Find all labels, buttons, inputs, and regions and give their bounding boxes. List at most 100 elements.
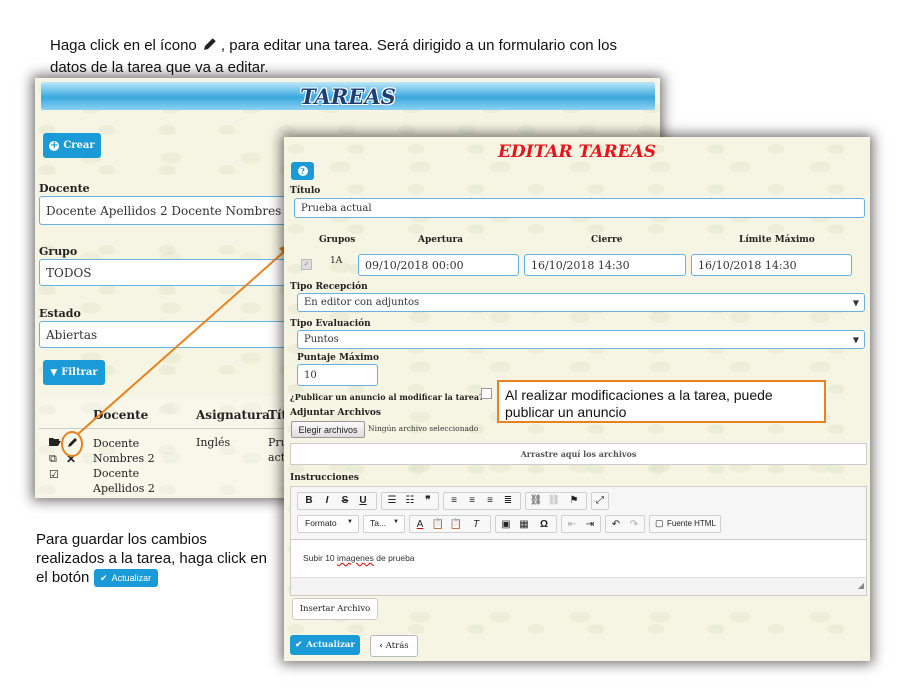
help-button[interactable]: ? — [291, 162, 314, 180]
inline-actualizar-button: ✔ Actualizar — [93, 569, 158, 588]
toolbar-group-history: ↶ ↷ — [605, 515, 645, 533]
outdent-icon[interactable]: ⇤ — [564, 517, 580, 533]
instruction-caption-bottom: Para guardar los cambios realizados a la… — [36, 530, 276, 588]
image-icon[interactable]: ▣ — [498, 517, 514, 533]
tipo-evaluacion-label: Tipo Evaluación — [290, 319, 371, 329]
size-dropdown-label: Ta... — [370, 518, 387, 528]
editor-text-misspelled: imagenes — [337, 553, 374, 563]
pointer-arrow-line — [77, 249, 287, 435]
align-left-icon[interactable]: ≡ — [446, 493, 462, 509]
paste-text-icon[interactable]: 📋 — [448, 517, 464, 533]
atras-button[interactable]: ‹ Atrás — [370, 635, 418, 657]
indent-icon[interactable]: ⇥ — [582, 517, 598, 533]
puntaje-value: 10 — [304, 369, 317, 381]
toolbar-group-align: ≡ ≡ ≡ ≣ — [443, 492, 521, 510]
actualizar-button[interactable]: ✔ Actualizar — [290, 635, 360, 655]
toolbar-group-lists: ☰ ☷ ❞ — [381, 492, 439, 510]
strikethrough-icon[interactable]: S — [337, 493, 353, 509]
chevron-down-icon: ▼ — [852, 298, 859, 307]
groups-header-grupos: Grupos — [319, 235, 356, 245]
underline-icon[interactable]: U — [355, 493, 371, 509]
editor-footer: ◢ — [291, 577, 866, 595]
titulo-value: Prueba actual — [301, 202, 372, 214]
source-html-label: Fuente HTML — [667, 519, 716, 528]
tipo-evaluacion-value: Puntos — [304, 334, 339, 345]
redo-icon[interactable]: ↷ — [626, 517, 642, 533]
editor-text: de prueba — [373, 553, 415, 563]
instrucciones-label: Instrucciones — [290, 473, 359, 483]
puntaje-label: Puntaje Máximo — [297, 353, 380, 363]
remove-format-icon[interactable]: T — [468, 517, 484, 533]
callout-text: Al realizar modificaciones a la tarea, p… — [505, 387, 773, 420]
groups-header-cierre: Cierre — [591, 235, 623, 245]
toolbar-group-basic: B I S U — [297, 492, 377, 510]
titulo-label: Título — [290, 186, 321, 196]
editor-content[interactable]: Subir 10 imagenes de prueba — [303, 553, 415, 563]
blockquote-icon[interactable]: ❞ — [420, 493, 436, 509]
atras-label: Atrás — [385, 641, 409, 651]
anchor-flag-icon[interactable]: ⚑ — [566, 493, 582, 509]
chevron-down-icon: ▼ — [852, 335, 859, 344]
publicar-checkbox[interactable] — [481, 388, 492, 399]
publicar-label: ¿Publicar un anuncio al modificar la tar… — [290, 392, 484, 402]
tipo-recepcion-select[interactable]: En editor con adjuntos ▼ — [297, 293, 865, 312]
dropzone-label: Arrastre aquí los archivos — [520, 449, 637, 459]
choose-file-button[interactable]: Elegir archivos — [291, 421, 365, 438]
inline-button-label: Actualizar — [111, 572, 152, 583]
titulo-input[interactable]: Prueba actual — [294, 198, 865, 218]
caption-text: el botón — [36, 569, 90, 586]
question-circle-icon: ? — [297, 166, 308, 176]
resize-handle-icon[interactable]: ◢ — [858, 581, 864, 590]
toolbar-group-insert: ▣ ▦ Ω — [495, 515, 557, 533]
groups-header-limite: Límite Máximo — [739, 235, 815, 245]
rich-text-editor: B I S U ☰ ☷ ❞ ≡ ≡ ≡ ≣ ⛓ ⛓ ⚑ ⤢ Formato ▼ … — [290, 486, 867, 596]
apertura-value: 09/10/2018 00:00 — [365, 258, 464, 272]
limite-input[interactable]: 16/10/2018 14:30 — [691, 254, 852, 276]
check-icon: ✔ — [100, 572, 108, 583]
group-checkbox[interactable]: ✓ — [301, 259, 312, 270]
special-char-icon[interactable]: Ω — [536, 517, 552, 533]
tipo-recepcion-value: En editor con adjuntos — [304, 297, 420, 308]
link-icon[interactable]: ⛓ — [528, 493, 544, 509]
dropzone[interactable]: Arrastre aquí los archivos — [290, 443, 867, 465]
format-dropdown-label: Formato — [305, 518, 337, 528]
unlink-icon[interactable]: ⛓ — [546, 493, 562, 509]
text-color-icon[interactable]: A — [412, 517, 428, 533]
insertar-archivo-button[interactable]: Insertar Archivo — [292, 598, 378, 620]
group-name: 1A — [330, 256, 343, 266]
maximize-icon[interactable]: ⤢ — [592, 493, 608, 509]
check-icon: ✔ — [295, 640, 303, 650]
format-dropdown[interactable]: Formato ▼ — [297, 515, 359, 533]
bulleted-list-icon[interactable]: ☷ — [402, 493, 418, 509]
toolbar-group-links: ⛓ ⛓ ⚑ — [525, 492, 587, 510]
paste-icon[interactable]: 📋 — [430, 517, 446, 533]
actualizar-label: Actualizar — [306, 640, 355, 650]
size-dropdown[interactable]: Ta... ▼ — [363, 515, 405, 533]
editor-toolbar: B I S U ☰ ☷ ❞ ≡ ≡ ≡ ≣ ⛓ ⛓ ⚑ ⤢ Formato ▼ … — [291, 487, 866, 540]
source-html-button[interactable]: ▢ Fuente HTML — [649, 515, 721, 533]
undo-icon[interactable]: ↶ — [608, 517, 624, 533]
no-file-text: Ningún archivo seleccionado — [368, 424, 479, 433]
adjuntar-label: Adjuntar Archivos — [290, 408, 381, 418]
cierre-input[interactable]: 16/10/2018 14:30 — [524, 254, 686, 276]
tipo-evaluacion-select[interactable]: Puntos ▼ — [297, 330, 865, 349]
italic-icon[interactable]: I — [319, 493, 335, 509]
align-right-icon[interactable]: ≡ — [482, 493, 498, 509]
editor-text: Subir 10 — [303, 553, 338, 563]
toolbar-group-styles: A 📋 📋 T — [409, 515, 491, 533]
tutorial-page: { "captions": { "top_line1_a": "Haga cli… — [0, 0, 910, 698]
bold-icon[interactable]: B — [301, 493, 317, 509]
apertura-input[interactable]: 09/10/2018 00:00 — [358, 254, 519, 276]
align-center-icon[interactable]: ≡ — [464, 493, 480, 509]
caption-text: realizados a la tarea, haga click en — [36, 550, 267, 567]
toolbar-group-indent: ⇤ ⇥ — [561, 515, 601, 533]
puntaje-input[interactable]: 10 — [297, 364, 378, 386]
chevron-down-icon: ▼ — [393, 519, 399, 525]
cierre-value: 16/10/2018 14:30 — [531, 258, 630, 272]
table-icon[interactable]: ▦ — [516, 517, 532, 533]
limite-value: 16/10/2018 14:30 — [698, 258, 797, 272]
editar-title: EDITAR TAREAS — [497, 142, 657, 162]
align-justify-icon[interactable]: ≣ — [500, 493, 516, 509]
groups-header-apertura: Apertura — [418, 235, 464, 245]
numbered-list-icon[interactable]: ☰ — [384, 493, 400, 509]
